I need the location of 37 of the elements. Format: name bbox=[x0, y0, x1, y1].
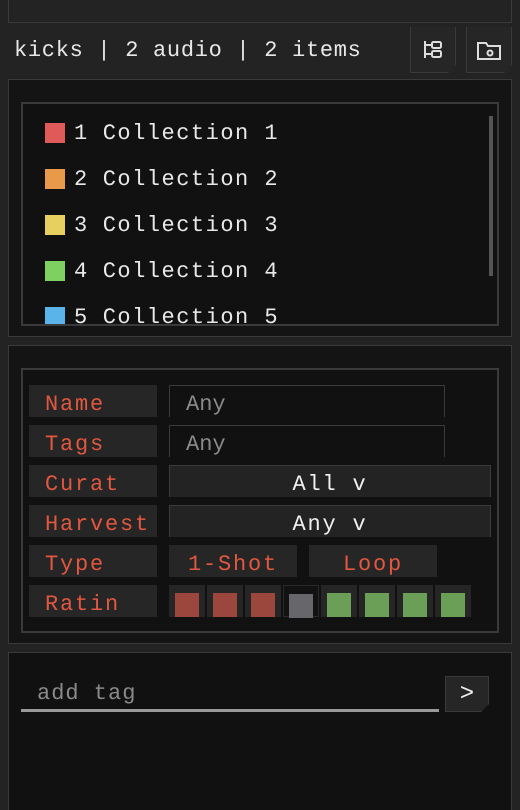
rating-cell[interactable] bbox=[245, 585, 281, 617]
filter-label: Tags bbox=[29, 425, 157, 457]
submit-button[interactable]: > bbox=[445, 676, 489, 712]
collection-name[interactable]: Collection 4 bbox=[102, 258, 280, 284]
tag-input-field[interactable]: add tag bbox=[21, 675, 439, 712]
collection-number: 4 bbox=[74, 258, 89, 284]
rating-cell[interactable] bbox=[207, 585, 243, 617]
hierarchy-icon bbox=[422, 38, 444, 60]
input-field[interactable]: Any bbox=[169, 425, 445, 457]
header-title: kicks | 2 audio | 2 items bbox=[13, 38, 363, 62]
filter-label: Name bbox=[29, 385, 157, 417]
collection-name[interactable]: Collection 5 bbox=[102, 304, 280, 324]
collection-number: 2 bbox=[74, 166, 89, 192]
type-toggle[interactable]: 1-Shot bbox=[169, 545, 297, 577]
rating-cell[interactable] bbox=[435, 585, 471, 617]
dropdown[interactable]: All v bbox=[169, 465, 491, 497]
collection-number: 5 bbox=[74, 304, 89, 324]
rating-cell[interactable] bbox=[359, 585, 395, 617]
filter-label: Type bbox=[29, 545, 157, 577]
filter-label: Ratin bbox=[29, 585, 157, 617]
rating-cell[interactable] bbox=[321, 585, 357, 617]
dropdown[interactable]: Any v bbox=[169, 505, 491, 537]
collection-number: 3 bbox=[74, 212, 89, 238]
rating-cell[interactable] bbox=[283, 585, 319, 617]
collection-number: 1 bbox=[74, 120, 89, 146]
collection-name[interactable]: Collection 1 bbox=[102, 120, 280, 146]
type-toggle[interactable]: Loop bbox=[309, 545, 437, 577]
rating-cell[interactable] bbox=[169, 585, 205, 617]
input-field[interactable]: Any bbox=[169, 385, 445, 417]
rating-cell[interactable] bbox=[397, 585, 433, 617]
filter-label: Curat bbox=[29, 465, 157, 497]
folder-button[interactable] bbox=[466, 27, 512, 73]
tree-view-button[interactable] bbox=[410, 27, 456, 73]
collection-name[interactable]: Collection 3 bbox=[102, 212, 280, 238]
filter-label: Harvest bbox=[29, 505, 157, 537]
scrollbar[interactable] bbox=[489, 116, 493, 276]
collection-name[interactable]: Collection 2 bbox=[102, 166, 280, 192]
